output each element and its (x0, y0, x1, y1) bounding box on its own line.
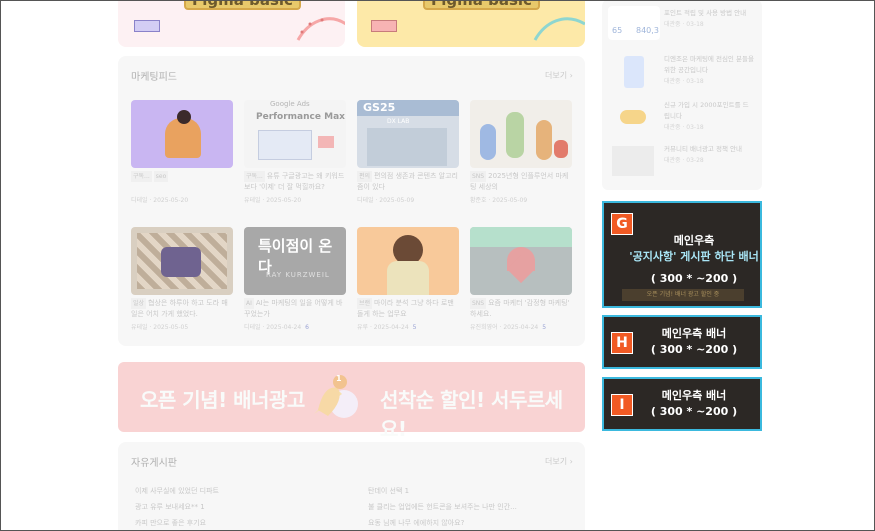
free-board-row[interactable]: 카피 만으로 좋은 후기요 (135, 518, 206, 528)
feed-title: 구독... 유튜 구글광고는 왜 키워드보다 '이제' 더 잘 먹힐까요? (244, 171, 345, 191)
ad-text: 메인우측 배너 ( 300 * ~200 ) (650, 327, 738, 356)
ad-slot-g[interactable]: G 메인우측 '공지사항' 게시판 하단 배너 ( 300 * ~200 ) 오… (602, 201, 762, 308)
promo-left-text: 오픈 기념! 배너광고 (140, 388, 305, 412)
feed-meta: 디테일 · 2025-04-24 6 (244, 324, 309, 331)
phone-icon (624, 56, 644, 88)
feed-title: AI AI는 마케팅의 일을 어떻게 바꾸었는가 (244, 298, 343, 318)
feed-item[interactable]: GS25 DX LAB 편의 편의점 생존과 콘텐츠 알고리즘이 있다 디테일 ·… (357, 100, 459, 204)
feed-thumbnail: GS25 DX LAB (357, 100, 459, 168)
feed-item[interactable]: 구독... seo 디테일 · 2025-05-20 (131, 100, 233, 204)
bell-count: 1 (336, 374, 342, 383)
shape-decoration (371, 20, 397, 32)
coin-icon (620, 110, 646, 124)
feed-title: 구독... seo (131, 171, 169, 182)
squiggle-decoration (296, 17, 345, 41)
feed-item[interactable]: 특이점이 온다 RAY KURZWEIL AI AI는 마케팅의 일을 어떻게 바… (244, 227, 346, 331)
notice-item[interactable]: 디엔조은 마케팅에 전심인 분들을 위한 공간입니다 대관중 · 03-18 (664, 54, 754, 85)
feed-meta: 유테일 · 2025-05-05 (131, 324, 189, 331)
top-banner-left[interactable]: Figma basic (118, 0, 345, 47)
feed-meta: 황준호 · 2025-05-09 (470, 197, 528, 204)
feed-thumbnail (131, 227, 233, 295)
notice-item[interactable]: 신규 가입 시 2000포인트를 드립니다 대관중 · 03-18 (664, 100, 754, 131)
feed-meta: 디테일 · 2025-05-09 (357, 197, 415, 204)
feed-meta: 유진희영어 · 2025-04-24 5 (470, 324, 547, 331)
ad-slot-h[interactable]: H 메인우측 배너 ( 300 * ~200 ) (602, 315, 762, 369)
stat-value: 840,3 (636, 26, 659, 35)
banner-label: Figma basic (184, 0, 301, 10)
free-board-row[interactable]: 광고 유루 보내세요** 1 (135, 502, 205, 512)
ad-text: 메인우측 '공지사항' 게시판 하단 배너 ( 300 * ~200 ) (629, 234, 759, 285)
ad-caption: 오픈 기념! 배너 광고 할인 중 (622, 289, 744, 301)
feed-title: 편의 편의점 생존과 콘텐츠 알고리즘이 있다 (357, 171, 459, 191)
ad-text: 메인우측 배너 ( 300 * ~200 ) (650, 389, 738, 418)
notice-item[interactable]: 커뮤니티 배너광고 정책 안내 대관중 · 03-28 (664, 144, 754, 164)
section-title: 자유게시판 (131, 458, 177, 469)
squiggle-decoration (533, 17, 585, 41)
bell-icon (314, 375, 358, 418)
ad-badge: G (611, 213, 633, 235)
shape-decoration (134, 20, 160, 32)
feed-item[interactable]: 브랜 마이라 분석 그냥 하다 로맨 돌게 하는 업무요 유루 · 2025-04… (357, 227, 459, 331)
feed-thumbnail (470, 100, 572, 168)
feed-title: 일상 협상은 하루아 하고 도라 매일은 어치 가게 했었다. (131, 298, 228, 318)
top-banner-right[interactable]: Figma basic (357, 0, 585, 47)
feed-meta: 디테일 · 2025-05-20 (131, 197, 189, 204)
promo-right-text: 선착순 할인! 서두르세요! (380, 388, 563, 441)
feed-thumbnail (131, 100, 233, 168)
free-board-row[interactable]: 탄데이 선택 1 (368, 486, 409, 496)
feed-thumbnail: Google Ads Performance Max (244, 100, 346, 168)
feed-meta: 유루 · 2025-04-24 5 (357, 324, 417, 331)
ad-slot-i[interactable]: I 메인우측 배너 ( 300 * ~200 ) (602, 377, 762, 431)
free-board-row[interactable]: 요동 님께 나무 에에하지 않아요? (368, 518, 464, 528)
feed-meta: 유테일 · 2025-05-20 (244, 197, 302, 204)
section-title: 마케팅피드 (131, 72, 177, 83)
more-link[interactable]: 더보기 › (545, 70, 573, 81)
promo-banner[interactable]: 오픈 기념! 배너광고 1 선착순 할인! 서두르세요! (118, 362, 585, 441)
feed-thumbnail: 특이점이 온다 RAY KURZWEIL (244, 227, 346, 295)
doc-thumb (612, 146, 654, 176)
notice-list-card: 65 840,3 포인트 적립 및 사용 방법 안내 대관중 · 03-18 디… (602, 0, 762, 190)
feed-item[interactable]: SNS 2025년형 인플루언서 마케팅 세상의 황준호 · 2025-05-09 (470, 100, 572, 204)
feed-thumbnail (357, 227, 459, 295)
feed-title: SNS 2025년형 인플루언서 마케팅 세상의 (470, 171, 569, 191)
feed-item[interactable]: Google Ads Performance Max 구독... 유튜 구글광고는… (244, 100, 346, 204)
feed-item[interactable]: 일상 협상은 하루아 하고 도라 매일은 어치 가게 했었다. 유테일 · 202… (131, 227, 233, 331)
more-link[interactable]: 더보기 › (545, 456, 573, 467)
feed-item[interactable]: SNS 요즘 마케터 '감정형 마케팅' 하세요. 유진희영어 · 2025-04… (470, 227, 572, 331)
notice-item[interactable]: 포인트 적립 및 사용 방법 안내 대관중 · 03-18 (664, 8, 754, 28)
feed-title: SNS 요즘 마케터 '감정형 마케팅' 하세요. (470, 298, 570, 318)
banner-label: Figma basic (423, 0, 540, 10)
free-board-row[interactable]: 불 클리는 업업에든 헌트콘을 보셔주는 나만 인간... (368, 502, 517, 512)
free-board-row[interactable]: 이제 사무실에 있었던 디파트 (135, 486, 219, 496)
feed-title: 브랜 마이라 분석 그냥 하다 로맨 돌게 하는 업무요 (357, 298, 454, 318)
feed-thumbnail (470, 227, 572, 295)
